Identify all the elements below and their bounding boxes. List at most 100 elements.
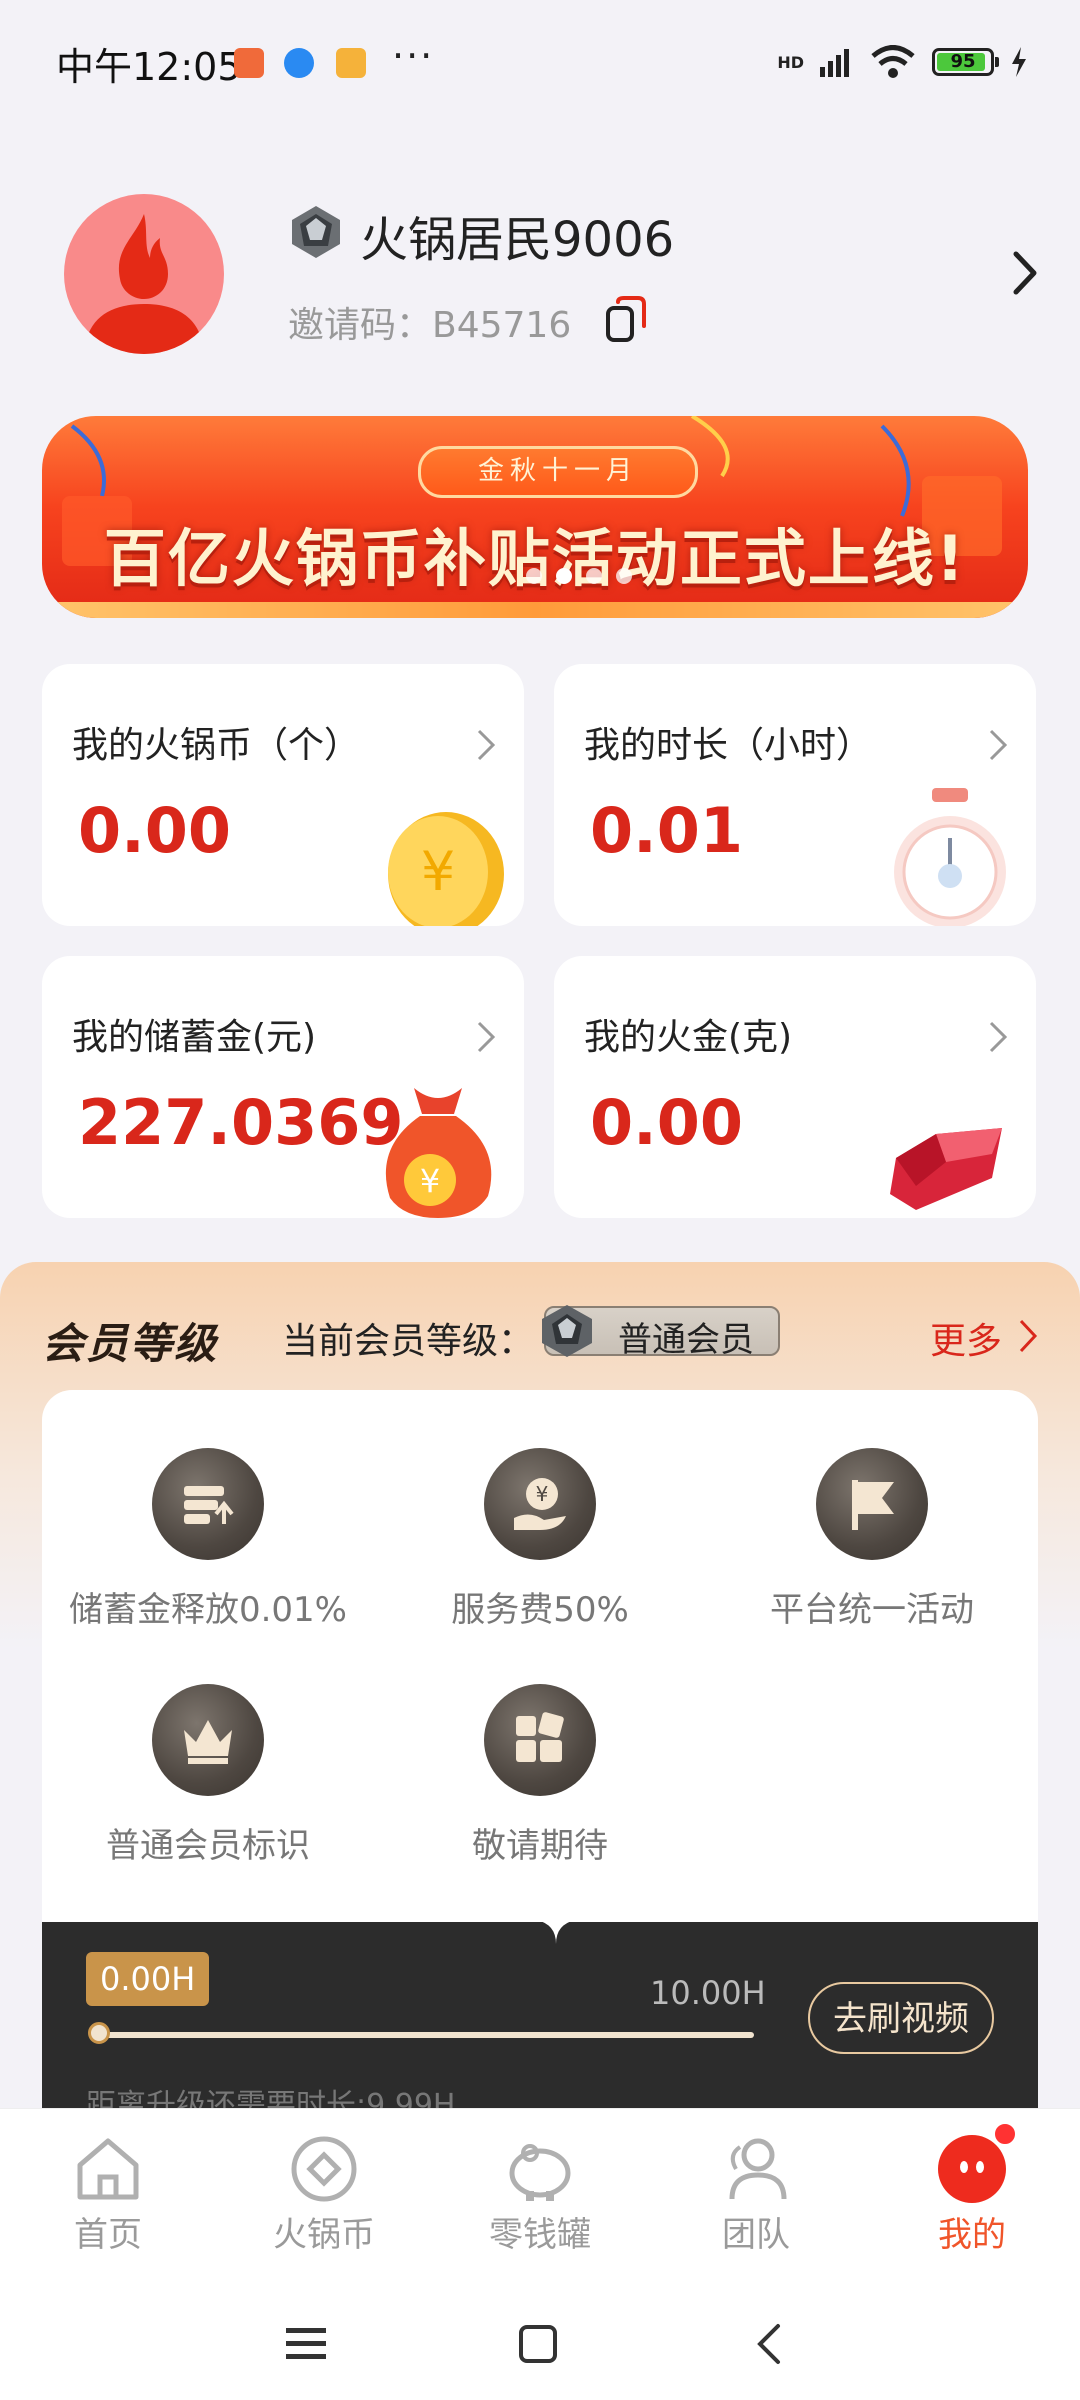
stopwatch-icon	[894, 788, 1006, 926]
benefit-item[interactable]: 普通会员标识	[42, 1684, 374, 1867]
invite-value: B45716	[432, 305, 572, 346]
money-bag-icon: ¥	[385, 1088, 492, 1218]
stat-value: 0.01	[590, 794, 743, 867]
coin-icon	[286, 2131, 362, 2207]
wifi-icon	[871, 45, 915, 78]
status-time: 中午12:05	[56, 45, 242, 89]
nav-label: 我的	[938, 2215, 1006, 2255]
network-label: HD	[777, 52, 804, 72]
chevron-right-icon	[989, 1021, 1008, 1053]
benefit-label: 储蓄金释放0.01%	[68, 1590, 347, 1630]
stat-value: 0.00	[590, 1086, 743, 1159]
username: 火锅居民9006	[360, 212, 675, 268]
more-notifications-icon: ···	[392, 34, 435, 78]
invite-code: 邀请码：B45716	[288, 296, 571, 348]
rank-gem-icon	[292, 206, 340, 258]
carousel-dot	[556, 568, 572, 584]
member-title: 会员等级	[42, 1319, 219, 1368]
chevron-right-icon[interactable]	[1010, 248, 1040, 298]
stat-value: 227.0369	[78, 1086, 404, 1159]
svg-text:¥: ¥	[420, 1162, 440, 1200]
banner-stripe	[42, 602, 1028, 618]
stat-label: 我的时长（小时）	[584, 725, 873, 766]
app-notification-icon	[234, 48, 264, 78]
nav-label: 首页	[74, 2215, 142, 2255]
bottom-nav: 首页 火锅币 零钱罐 团队 我的	[0, 2108, 1080, 2289]
nav-team[interactable]: 团队	[648, 2131, 864, 2256]
level-badge: 普通会员	[542, 1305, 780, 1360]
stat-value: 0.00	[78, 794, 231, 867]
nav-me[interactable]: 我的	[864, 2121, 1080, 2256]
progress-target: 10.00H	[650, 1974, 766, 2012]
nav-home[interactable]: 首页	[0, 2131, 216, 2256]
benefits-grid: 储蓄金释放0.01% ¥ 服务费50% 平台统一活动 普通会员标识 敬请期待	[42, 1390, 1038, 1950]
benefit-label: 敬请期待	[472, 1826, 608, 1866]
flame-avatar-icon	[84, 214, 204, 354]
benefit-item[interactable]: 储蓄金释放0.01%	[42, 1448, 374, 1631]
banner-tag: 金秋十一月	[418, 446, 698, 498]
promo-banner[interactable]: 金秋十一月 百亿火锅币补贴活动正式上线!	[42, 416, 1028, 618]
flag-icon	[816, 1448, 928, 1560]
copy-icon[interactable]	[604, 296, 648, 344]
level-name: 普通会员	[618, 1320, 754, 1360]
status-bar: 中午12:05 ··· HD 95	[0, 0, 1080, 120]
stat-label: 我的储蓄金(元)	[72, 1017, 317, 1058]
benefit-label: 普通会员标识	[106, 1826, 310, 1866]
current-level-label: 当前会员等级：	[282, 1321, 535, 1362]
grid-icon	[484, 1684, 596, 1796]
stat-card-duration[interactable]: 我的时长（小时） 0.01	[554, 664, 1036, 926]
benefit-item[interactable]: 敬请期待	[374, 1684, 706, 1867]
benefit-label: 平台统一活动	[770, 1590, 974, 1630]
stat-label: 我的火锅币（个）	[72, 725, 361, 766]
menu-icon[interactable]	[286, 2326, 326, 2362]
carousel-indicator	[526, 568, 632, 584]
charging-icon	[1012, 47, 1026, 77]
banner-title: 百亿火锅币补贴活动正式上线!	[103, 522, 967, 595]
svg-text:¥: ¥	[421, 840, 455, 903]
chevron-right-icon	[989, 729, 1008, 761]
chevron-right-icon[interactable]	[1018, 1318, 1038, 1354]
benefit-item[interactable]: ¥ 服务费50%	[374, 1448, 706, 1631]
me-icon	[934, 2121, 1018, 2207]
nav-label: 团队	[722, 2215, 790, 2255]
battery-level: 95	[950, 51, 976, 72]
piggy-bank-icon	[502, 2131, 578, 2207]
nav-label: 零钱罐	[489, 2215, 591, 2255]
messenger-icon	[284, 48, 314, 78]
nav-coins[interactable]: 火锅币	[216, 2131, 432, 2256]
avatar[interactable]	[64, 194, 224, 354]
progress-track	[98, 2032, 754, 2038]
red-gem-icon	[890, 1128, 1002, 1210]
more-link[interactable]: 更多	[930, 1312, 1002, 1364]
level-gem-icon	[542, 1305, 592, 1357]
system-nav-bar	[0, 2288, 1080, 2400]
stat-card-fire-gold[interactable]: 我的火金(克) 0.00	[554, 956, 1036, 1218]
watch-video-button[interactable]: 去刷视频	[808, 1982, 994, 2054]
team-icon	[718, 2131, 794, 2207]
carousel-dot	[586, 568, 602, 584]
progress-current: 0.00H	[86, 1952, 210, 2006]
gold-coin-icon: ¥	[388, 812, 504, 926]
crown-icon	[152, 1684, 264, 1796]
stat-card-savings[interactable]: 我的储蓄金(元) 227.0369 ¥	[42, 956, 524, 1218]
stat-label: 我的火金(克)	[584, 1017, 793, 1058]
carousel-dot	[616, 568, 632, 584]
pointer-notch	[536, 1920, 576, 1944]
benefit-label: 服务费50%	[451, 1590, 629, 1630]
upgrade-progress: 0.00H 10.00H 去刷视频 距离升级还需要时长:9.99H	[42, 1920, 1038, 2123]
back-icon[interactable]	[756, 2322, 782, 2366]
nav-label: 火锅币	[273, 2215, 375, 2255]
home-button-icon[interactable]	[518, 2324, 558, 2364]
progress-knob	[88, 2022, 110, 2044]
service-fee-icon: ¥	[484, 1448, 596, 1560]
carousel-dot	[526, 568, 542, 584]
stat-card-coins[interactable]: 我的火锅币（个） 0.00 ¥	[42, 664, 524, 926]
signal-icon	[820, 49, 849, 77]
home-icon	[70, 2131, 146, 2207]
note-icon	[336, 48, 366, 78]
svg-text:¥: ¥	[536, 1482, 549, 1506]
release-icon	[152, 1448, 264, 1560]
chevron-right-icon	[477, 1021, 496, 1053]
nav-piggy[interactable]: 零钱罐	[432, 2131, 648, 2256]
benefit-item[interactable]: 平台统一活动	[706, 1448, 1038, 1631]
